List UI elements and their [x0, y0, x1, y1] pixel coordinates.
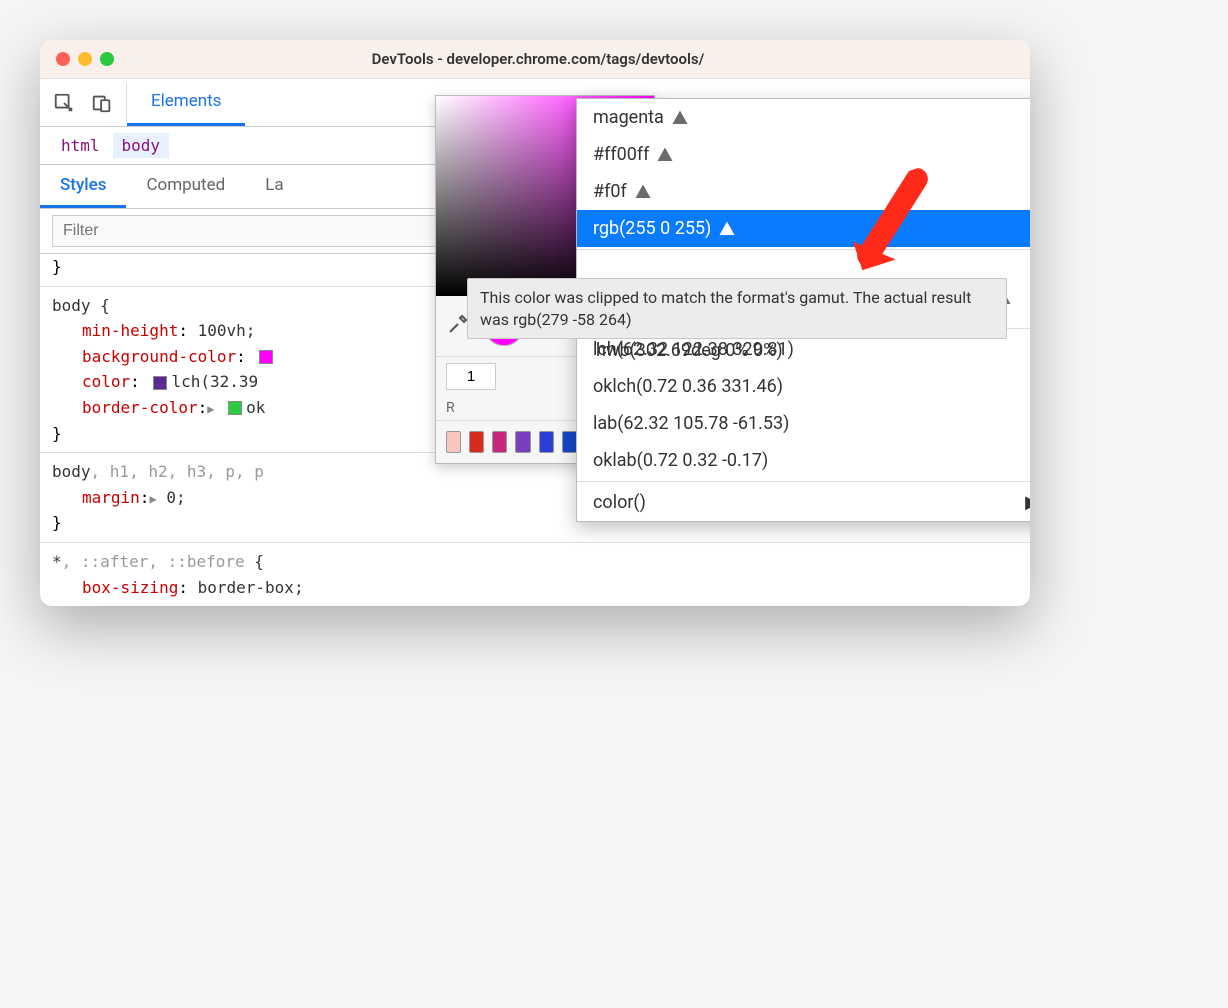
- prop-color-value[interactable]: lch(32.39: [171, 372, 258, 391]
- tab-elements[interactable]: Elements: [127, 79, 245, 126]
- palette-swatch[interactable]: [492, 431, 507, 453]
- palette-swatch[interactable]: [562, 431, 577, 453]
- bgcolor-swatch[interactable]: [259, 350, 273, 364]
- format-menu-more[interactable]: color() ▶: [577, 484, 1030, 521]
- prop-box-sizing-name[interactable]: box-sizing: [82, 578, 178, 597]
- prop-border-color-name[interactable]: border-color: [82, 398, 198, 417]
- minimize-window-button[interactable]: [78, 52, 92, 66]
- format-menu-item-hex3[interactable]: #f0f: [577, 173, 1030, 210]
- prop-margin-name[interactable]: margin: [82, 488, 140, 507]
- prop-min-height-value[interactable]: 100vh;: [198, 321, 256, 340]
- warning-icon: [717, 220, 737, 238]
- prop-bgcolor-name[interactable]: background-color: [82, 347, 236, 366]
- warning-icon: [670, 109, 690, 127]
- subtab-styles[interactable]: Styles: [40, 165, 126, 208]
- format-menu-item-oklch[interactable]: oklch(0.72 0.36 331.46): [577, 368, 1030, 405]
- breadcrumb-html[interactable]: html: [52, 133, 109, 158]
- palette-swatch[interactable]: [446, 431, 461, 453]
- subtab-layout[interactable]: La: [245, 165, 303, 208]
- maximize-window-button[interactable]: [100, 52, 114, 66]
- device-toolbar-icon[interactable]: [90, 91, 114, 115]
- devtools-window: DevTools - developer.chrome.com/tags/dev…: [40, 40, 1030, 606]
- breadcrumb-body[interactable]: body: [113, 133, 170, 158]
- alpha-input[interactable]: [446, 363, 496, 390]
- chevron-right-icon: ▶: [1025, 492, 1030, 513]
- format-menu-item-hwb[interactable]: hwb(302.69deg 0% 0%): [596, 340, 783, 361]
- subtab-computed[interactable]: Computed: [126, 165, 245, 208]
- traffic-lights: [56, 52, 114, 66]
- prop-color-name[interactable]: color: [82, 372, 130, 391]
- format-menu-item-lab[interactable]: lab(62.32 105.78 -61.53): [577, 405, 1030, 442]
- color-swatch[interactable]: [153, 376, 167, 390]
- panel-tabs: Elements: [127, 79, 245, 126]
- disclosure-triangle-icon[interactable]: ▶: [149, 490, 156, 509]
- rule-box-sizing[interactable]: *, ::after, ::before { box-sizing: borde…: [40, 542, 1030, 606]
- inspect-element-icon[interactable]: [52, 91, 76, 115]
- format-menu-item-magenta[interactable]: magenta: [577, 99, 1030, 136]
- titlebar: DevTools - developer.chrome.com/tags/dev…: [40, 40, 1030, 79]
- selector-box[interactable]: *, ::after, ::before {: [52, 549, 1018, 575]
- format-menu-item-oklab[interactable]: oklab(0.72 0.32 -0.17): [577, 442, 1030, 479]
- format-menu-item-hex6[interactable]: #ff00ff: [577, 136, 1030, 173]
- window-title: DevTools - developer.chrome.com/tags/dev…: [124, 50, 952, 68]
- prop-border-color-value[interactable]: ok: [246, 398, 265, 417]
- gamut-clip-tooltip: This color was clipped to match the form…: [467, 278, 1007, 339]
- border-color-swatch[interactable]: [228, 401, 242, 415]
- palette-swatch[interactable]: [515, 431, 530, 453]
- warning-icon: [633, 183, 653, 201]
- disclosure-triangle-icon[interactable]: ▶: [207, 400, 214, 419]
- close-window-button[interactable]: [56, 52, 70, 66]
- palette-swatch[interactable]: [539, 431, 554, 453]
- warning-icon: [655, 146, 675, 164]
- format-menu-item-rgb[interactable]: rgb(255 0 255): [577, 210, 1030, 247]
- prop-box-sizing-value[interactable]: border-box;: [198, 578, 304, 597]
- prop-margin-value[interactable]: 0;: [166, 488, 185, 507]
- prop-min-height-name[interactable]: min-height: [82, 321, 178, 340]
- palette-swatch[interactable]: [469, 431, 484, 453]
